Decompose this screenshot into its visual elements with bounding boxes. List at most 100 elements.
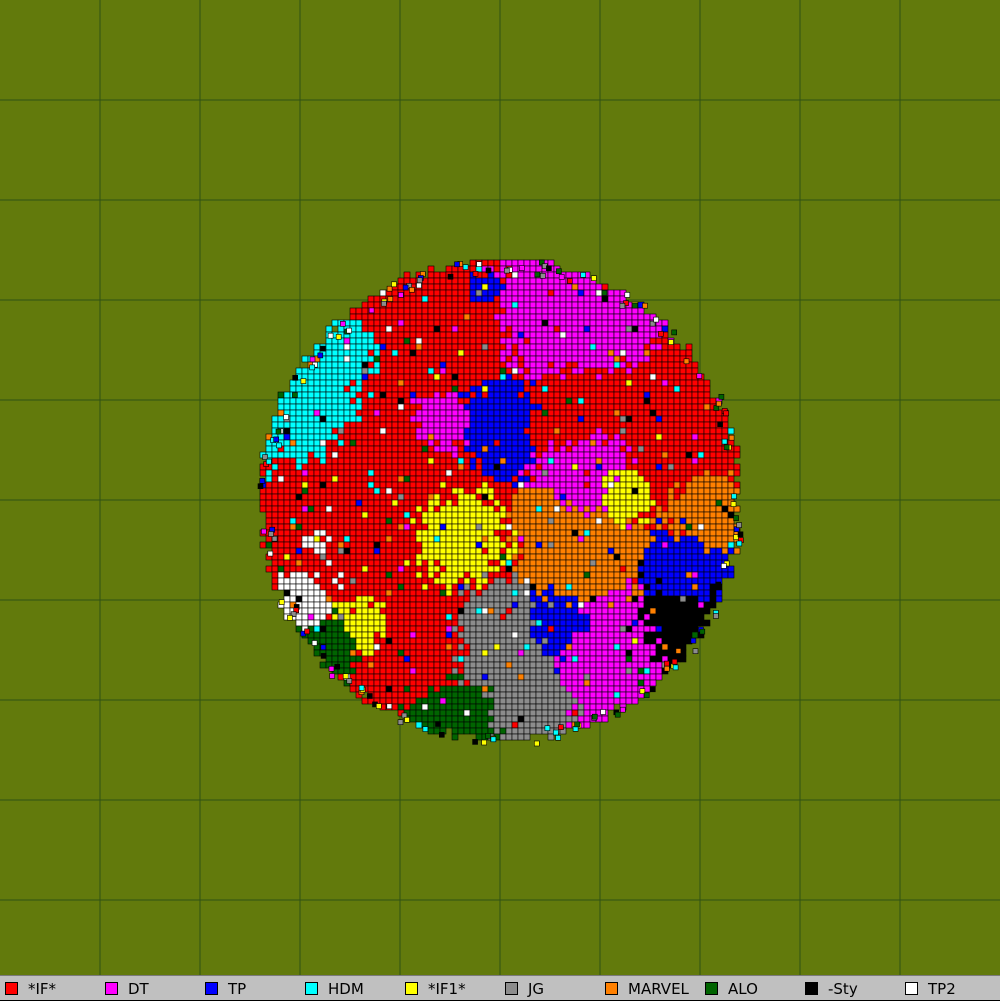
territory-cell [518,290,524,296]
territory-cell [326,596,332,602]
territory-cell [422,650,428,656]
territory-cell [644,542,650,548]
territory-cell [668,584,674,590]
territory-cell [410,314,416,320]
territory-cell [518,362,524,368]
territory-cell [302,500,308,506]
territory-cell [410,494,416,500]
territory-cell [362,524,368,530]
territory-cell [464,374,470,380]
territory-cell [620,674,626,680]
territory-cell [542,536,548,542]
territory-cell [338,488,344,494]
territory-cell [626,596,632,602]
territory-cell [524,458,530,464]
territory-cell [266,542,272,548]
territory-cell [590,614,596,620]
territory-cell [386,500,392,506]
territory-cell [338,548,344,554]
territory-cell [566,698,572,704]
territory-cell [632,500,638,506]
territory-cell [500,386,506,392]
territory-cell [536,590,542,596]
territory-cell [662,536,668,542]
territory-cell [332,350,338,356]
territory-cell [596,416,602,422]
territory-cell [488,428,494,434]
territory-cell [524,488,530,494]
territory-cell [584,350,590,356]
territory-cell [368,590,374,596]
territory-cell [338,428,344,434]
territory-cell [446,680,452,686]
territory-cell [458,590,464,596]
territory-cell [356,422,362,428]
territory-cell [566,500,572,506]
territory-cell [278,560,284,566]
territory-cell [512,350,518,356]
territory-cell [398,650,404,656]
territory-cell [536,350,542,356]
territory-cell [566,494,572,500]
territory-cell [368,338,374,344]
territory-cell [362,374,368,380]
territory-cell [350,386,356,392]
territory-cell [464,404,470,410]
territory-cell [704,380,710,386]
territory-cell [590,344,596,350]
territory-cell [356,446,362,452]
territory-cell [614,482,620,488]
territory-cell [320,518,326,524]
territory-cell [482,662,488,668]
territory-cell [542,440,548,446]
territory-cell [662,638,668,644]
territory-cell [422,356,428,362]
territory-cell [722,476,728,482]
territory-cell [434,608,440,614]
territory-cell [584,596,590,602]
territory-cell [680,656,686,662]
territory-cell [314,470,320,476]
territory-cell [350,410,356,416]
territory-cell [428,284,434,290]
territory-cell [686,620,692,626]
territory-cell [614,536,620,542]
territory-cell [410,524,416,530]
territory-cell [422,440,428,446]
territory-cell [464,392,470,398]
territory-cell [272,500,278,506]
territory-cell [554,596,560,602]
territory-cell [518,272,524,278]
territory-cell [572,488,578,494]
territory-cell [494,668,500,674]
territory-cell [440,560,446,566]
territory-cell [338,470,344,476]
territory-cell [320,530,326,536]
territory-cell [452,452,458,458]
territory-cell [428,590,434,596]
territory-cell [320,626,326,632]
territory-cell [542,512,548,518]
territory-cell [566,644,572,650]
territory-cell [458,650,464,656]
territory-cell [332,530,338,536]
territory-cell [644,572,650,578]
territory-cell [638,512,644,518]
territory-cell [434,500,440,506]
territory-cell [572,542,578,548]
territory-cell [602,632,608,638]
territory-cell [506,518,512,524]
territory-cell [428,314,434,320]
territory-cell [512,656,518,662]
territory-cell [620,476,626,482]
territory-cell [434,326,440,332]
territory-cell [476,650,482,656]
territory-cell [716,500,722,506]
territory-cell [650,506,656,512]
territory-cell [626,314,632,320]
territory-cell [452,512,458,518]
territory-cell [686,476,692,482]
territory-cell [554,374,560,380]
territory-cell [566,326,572,332]
territory-cell [488,452,494,458]
